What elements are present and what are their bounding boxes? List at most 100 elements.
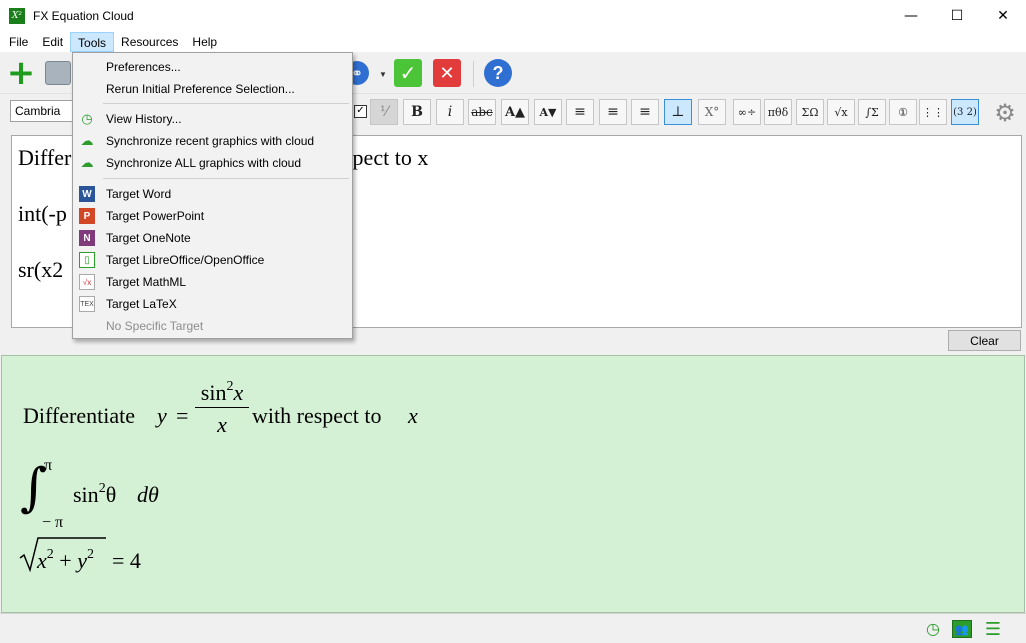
integral-upper-limit: π bbox=[44, 457, 53, 474]
menu-tools[interactable]: Tools bbox=[70, 31, 115, 52]
minimize-button[interactable]: — bbox=[888, 0, 934, 31]
menu-item-sync-all[interactable]: ☁ Synchronize ALL graphics with cloud bbox=[73, 152, 352, 174]
sums-button[interactable]: ΣΩ bbox=[796, 99, 824, 125]
matrix-button[interactable]: ⋮⋮ bbox=[919, 99, 947, 125]
menu-item-no-target: No Specific Target bbox=[73, 315, 352, 337]
shrink-font-button[interactable]: A▼ bbox=[534, 99, 562, 125]
integral-lower-limit: − π bbox=[42, 514, 64, 531]
menu-lines-icon[interactable]: ☰ bbox=[983, 619, 1003, 639]
menu-item-label: Target Word bbox=[106, 187, 172, 201]
menu-item-label: Target OneNote bbox=[106, 231, 191, 245]
menu-item-sync-recent[interactable]: ☁ Synchronize recent graphics with cloud bbox=[73, 130, 352, 152]
menu-item-rerun-preferences[interactable]: Rerun Initial Preference Selection... bbox=[73, 78, 352, 100]
preview-text-with-respect: with respect to bbox=[252, 403, 382, 428]
bold-button[interactable]: B bbox=[403, 99, 431, 125]
window-title: FX Equation Cloud bbox=[33, 8, 134, 23]
sqrt-rhs: = 4 bbox=[112, 548, 141, 573]
menu-item-label: Target MathML bbox=[106, 275, 187, 289]
fraction-numerator: sin2x bbox=[195, 379, 249, 408]
integrals-button[interactable]: ∫Σ bbox=[858, 99, 886, 125]
grow-font-button[interactable]: A▲ bbox=[501, 99, 529, 125]
preview-text-differentiate: Differentiate bbox=[23, 403, 135, 428]
preview-var-y: y bbox=[157, 403, 167, 428]
plus-icon: + bbox=[6, 53, 36, 93]
history-icon: ◷ bbox=[81, 111, 93, 126]
menu-divider bbox=[103, 103, 349, 104]
align-center-button[interactable]: ≡ bbox=[599, 99, 627, 125]
sqrt-plus: + bbox=[59, 548, 72, 573]
menu-bar: File Edit Tools Resources Help bbox=[0, 31, 1026, 52]
accept-button[interactable]: ✓ bbox=[394, 59, 422, 87]
menu-item-target-mathml[interactable]: √x Target MathML bbox=[73, 271, 352, 293]
editor-line-3-start: sr(x2 bbox=[18, 257, 64, 282]
cancel-button[interactable]: ✕ bbox=[433, 59, 461, 87]
menu-help[interactable]: Help bbox=[185, 32, 224, 52]
superscript-button[interactable]: X° bbox=[698, 99, 726, 125]
libreoffice-icon: ▯ bbox=[79, 252, 95, 268]
baseline-button[interactable]: ⊥ bbox=[664, 99, 692, 125]
roots-button[interactable]: √x bbox=[827, 99, 855, 125]
mathml-icon: √x bbox=[79, 274, 95, 290]
menu-item-label: View History... bbox=[106, 112, 182, 126]
maximize-button[interactable]: ☐ bbox=[934, 0, 980, 31]
align-left-button[interactable]: ≡ bbox=[566, 99, 594, 125]
integrand-fn: sin bbox=[73, 482, 99, 507]
status-bar: ◷ 👥 ☰ bbox=[0, 613, 1026, 643]
x-icon: ✕ bbox=[433, 59, 461, 87]
menu-item-label: Rerun Initial Preference Selection... bbox=[106, 82, 295, 96]
menu-item-target-word[interactable]: W Target Word bbox=[73, 183, 352, 205]
numerator-var: x bbox=[233, 380, 244, 405]
format-checkbox[interactable]: ✓ bbox=[354, 105, 367, 118]
powerpoint-icon: P bbox=[79, 208, 95, 224]
menu-item-target-latex[interactable]: TEX Target LaTeX bbox=[73, 293, 352, 315]
clear-button[interactable]: Clear bbox=[948, 330, 1021, 351]
sqrt-content: x2 + y2 bbox=[37, 547, 94, 574]
menu-item-target-onenote[interactable]: N Target OneNote bbox=[73, 227, 352, 249]
italic-button[interactable]: i bbox=[436, 99, 464, 125]
fraction-button[interactable]: ⅟ bbox=[370, 99, 398, 125]
menu-item-view-history[interactable]: ◷ View History... bbox=[73, 108, 352, 130]
preview-equals: = bbox=[176, 403, 189, 428]
help-button[interactable]: ? bbox=[484, 59, 512, 87]
align-right-button[interactable]: ≡ bbox=[631, 99, 659, 125]
check-icon: ✓ bbox=[394, 59, 422, 87]
add-button[interactable]: + bbox=[6, 53, 36, 93]
gear-icon[interactable]: ⚙ bbox=[990, 99, 1020, 127]
menu-divider bbox=[103, 178, 349, 179]
greek-button[interactable]: πθδ bbox=[764, 99, 792, 125]
print-button[interactable] bbox=[44, 59, 72, 87]
menu-edit[interactable]: Edit bbox=[35, 32, 70, 52]
font-select[interactable]: Cambria bbox=[10, 100, 74, 122]
sqrt-y-exponent: 2 bbox=[86, 547, 94, 562]
strikethrough-button[interactable]: abc bbox=[468, 99, 496, 125]
functions-button[interactable]: ① bbox=[889, 99, 917, 125]
editor-line-1-start: Differ bbox=[18, 145, 72, 170]
brackets-button[interactable]: (3 2) bbox=[951, 99, 979, 125]
close-button[interactable]: ✕ bbox=[980, 0, 1026, 31]
menu-item-preferences[interactable]: Preferences... bbox=[73, 56, 352, 78]
collaboration-icon[interactable]: 👥 bbox=[952, 620, 972, 638]
menu-resources[interactable]: Resources bbox=[114, 32, 185, 52]
integrand: sin2θ bbox=[73, 481, 117, 508]
integrand-var: θ bbox=[105, 482, 117, 507]
preview-var-x: x bbox=[408, 403, 418, 428]
fraction-denominator: x bbox=[217, 412, 227, 437]
toolbar-divider bbox=[473, 61, 474, 87]
title-bar: X² FX Equation Cloud — ☐ ✕ bbox=[0, 0, 1026, 31]
menu-item-target-libreoffice[interactable]: ▯ Target LibreOffice/OpenOffice bbox=[73, 249, 352, 271]
onenote-icon: N bbox=[79, 230, 95, 246]
cloud-sync-icon: ☁ bbox=[80, 133, 94, 148]
numerator-fn: sin bbox=[200, 380, 227, 405]
sqrt-x-exponent: 2 bbox=[46, 547, 54, 562]
menu-item-target-powerpoint[interactable]: P Target PowerPoint bbox=[73, 205, 352, 227]
operators-button[interactable]: ∞÷ bbox=[733, 99, 761, 125]
sqrt-var-x: x bbox=[37, 548, 47, 573]
equation-preview: Differentiate y = sin2x x with respect t… bbox=[1, 355, 1025, 613]
link-dropdown-caret-icon[interactable]: ▼ bbox=[379, 70, 387, 79]
history-icon[interactable]: ◷ bbox=[923, 620, 943, 638]
word-icon: W bbox=[79, 186, 95, 202]
menu-file[interactable]: File bbox=[2, 32, 35, 52]
menu-item-label: Target LaTeX bbox=[106, 297, 177, 311]
menu-item-label: Target LibreOffice/OpenOffice bbox=[106, 253, 265, 267]
help-icon: ? bbox=[484, 59, 512, 87]
